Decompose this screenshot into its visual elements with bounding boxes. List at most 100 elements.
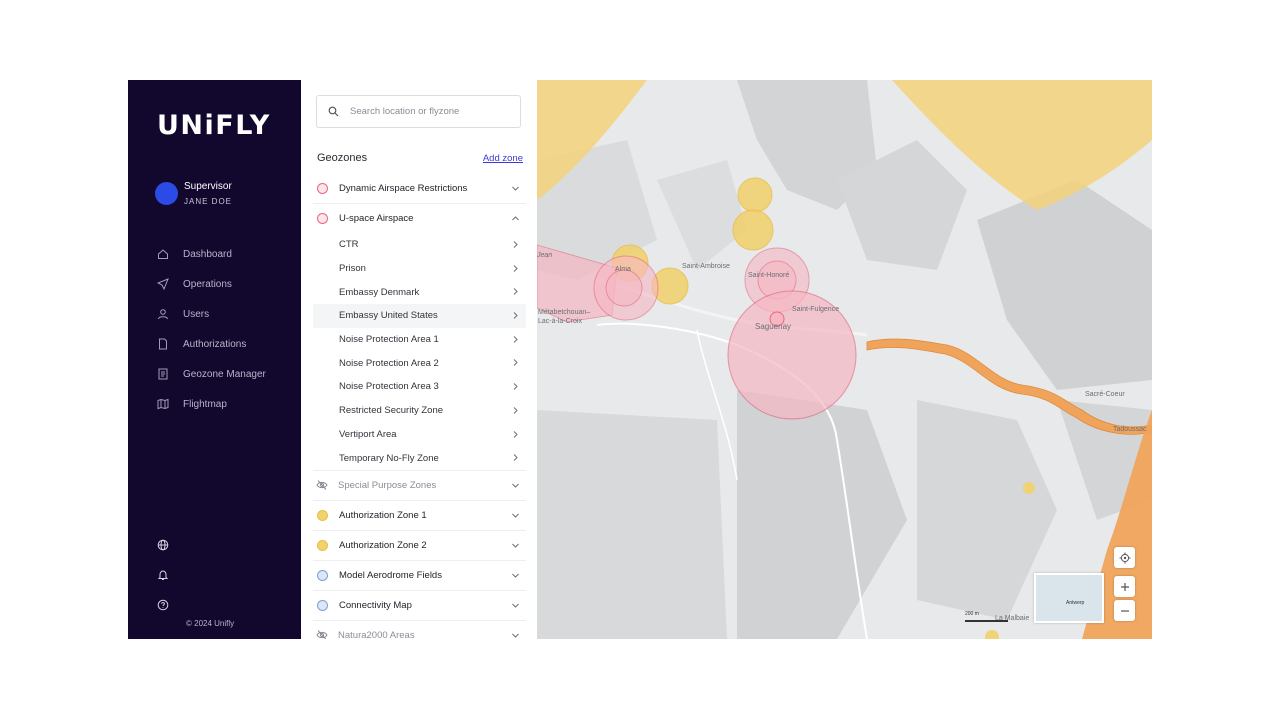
chevron-right-icon [513,335,518,343]
subitem-embassy-united-states[interactable]: Embassy United States [313,304,526,328]
user-name: JANE DOE [184,197,233,206]
subitem-label: Noise Protection Area 3 [339,381,439,393]
search-input[interactable] [348,105,512,118]
document-icon [159,338,167,350]
subitem-noise-protection-area-3[interactable]: Noise Protection Area 3 [313,375,526,399]
zoom-in-button[interactable] [1114,576,1135,597]
user-role: Supervisor [184,181,232,192]
group-label: Authorization Zone 1 [339,509,427,521]
group-authorization-zone-2[interactable]: Authorization Zone 2 [313,531,526,561]
subitem-temporary-no-fly-zone[interactable]: Temporary No-Fly Zone [313,446,526,471]
copyright-text: © 2024 Unifly [186,619,235,628]
chevron-right-icon [513,288,518,296]
nav-item-dashboard[interactable]: Dashboard [157,239,266,269]
chevron-up-icon[interactable] [511,214,520,223]
minimap[interactable]: Antwerp [1034,573,1104,623]
unifly-logo[interactable]: UNiFLY [157,110,271,141]
chevron-down-icon[interactable] [511,601,520,610]
subitem-label: Noise Protection Area 1 [339,334,439,346]
group-natura2000-areas[interactable]: Natura2000 Areas [313,621,526,639]
send-icon [157,278,169,290]
chevron-right-icon [513,430,518,438]
zone-color-dot [317,539,328,551]
zone-color-dot [317,213,328,224]
chevron-right-icon [513,454,518,462]
group-u-space-airspace[interactable]: U-space Airspace [313,204,526,233]
subitem-prison[interactable]: Prison [313,257,526,281]
minus-icon [1120,609,1129,612]
group-dynamic-airspace-restrictions[interactable]: Dynamic Airspace Restrictions [313,174,526,204]
scale-bar [965,620,1008,622]
group-connectivity-map[interactable]: Connectivity Map [313,591,526,621]
subitem-label: Noise Protection Area 2 [339,357,439,369]
subitem-label: CTR [339,239,359,251]
subitem-vertiport-area[interactable]: Vertiport Area [313,423,526,447]
plus-icon [1120,582,1129,591]
nav-item-users[interactable]: Users [157,299,266,329]
group-authorization-zone-1[interactable]: Authorization Zone 1 [313,501,526,531]
map-label-tadoussac: Tadoussac [1113,426,1147,433]
subitem-embassy-denmark[interactable]: Embassy Denmark [313,280,526,304]
map-label-saguenay: Saguenay [755,322,792,331]
map-icon [157,398,169,410]
nav-item-operations[interactable]: Operations [157,269,266,299]
chevron-right-icon [513,406,518,414]
ledger-icon [158,368,168,380]
eye-off-icon[interactable] [316,629,328,639]
zone-color-dot [317,569,328,581]
subitem-ctr[interactable]: CTR [313,233,526,257]
nav-item-flightmap[interactable]: Flightmap [157,389,266,419]
group-model-aerodrome-fields[interactable]: Model Aerodrome Fields [313,561,526,591]
chevron-down-icon[interactable] [511,631,520,639]
chevron-down-icon[interactable] [511,511,520,520]
nav-label: Authorizations [183,338,247,350]
group-label: Dynamic Airspace Restrictions [339,183,468,194]
subitem-noise-protection-area-1[interactable]: Noise Protection Area 1 [313,328,526,352]
chevron-right-icon [513,359,518,367]
subitem-label: Embassy Denmark [339,286,420,298]
search-icon [328,106,339,117]
u-space-subitems: CTR Prison Embassy Denmark Embassy Unite… [313,233,526,471]
subitem-restricted-security-zone[interactable]: Restricted Security Zone [313,399,526,423]
user-profile[interactable]: Supervisor JANE DOE [155,181,232,206]
subitem-label: Embassy United States [339,310,438,322]
chevron-down-icon[interactable] [511,541,520,550]
subitem-noise-protection-area-2[interactable]: Noise Protection Area 2 [313,351,526,375]
geozone-list: Dynamic Airspace Restrictions U-space Ai… [313,174,526,639]
group-label: Connectivity Map [339,599,412,611]
nav-label: Geozone Manager [183,368,266,380]
zoom-out-button[interactable] [1114,600,1135,621]
nav-item-authorizations[interactable]: Authorizations [157,329,266,359]
chevron-right-icon [513,241,518,248]
chevron-down-icon[interactable] [511,481,520,490]
app-window: UNiFLY Supervisor JANE DOE Dashboard Ope… [128,80,1152,639]
geozones-header: Geozones Add zone [317,152,523,164]
flight-map[interactable]: Saint-Ambroise Saint-Honoré Saint-Fulgen… [537,80,1152,639]
subitem-label: Temporary No-Fly Zone [339,452,439,464]
locate-button[interactable] [1114,547,1135,568]
language-button[interactable] [157,530,169,560]
search-box[interactable] [316,95,521,128]
geozones-title: Geozones [317,152,368,164]
main-nav: Dashboard Operations Users Authorization… [157,239,266,419]
chevron-down-icon[interactable] [511,571,520,580]
nav-label: Dashboard [183,248,232,260]
add-zone-link[interactable]: Add zone [483,153,523,164]
chevron-down-icon[interactable] [511,184,520,193]
chevron-right-icon [513,312,518,319]
bell-icon [157,570,169,580]
notifications-button[interactable] [157,560,169,590]
avatar [155,182,178,205]
map-label-metabetchouan: Métabetchouan–Lac-à-la-Croix [538,309,591,325]
nav-label: Users [183,308,210,320]
group-special-purpose-zones[interactable]: Special Purpose Zones [313,471,526,501]
help-button[interactable] [157,590,169,620]
map-canvas[interactable] [537,80,1152,639]
zone-color-dot [317,509,328,521]
map-label-sacre-coeur: Sacré-Coeur [1085,391,1125,398]
nav-label: Operations [183,278,232,290]
eye-off-icon[interactable] [316,479,328,491]
crosshair-icon [1119,552,1130,563]
user-icon [158,309,168,320]
nav-item-geozone-manager[interactable]: Geozone Manager [157,359,266,389]
